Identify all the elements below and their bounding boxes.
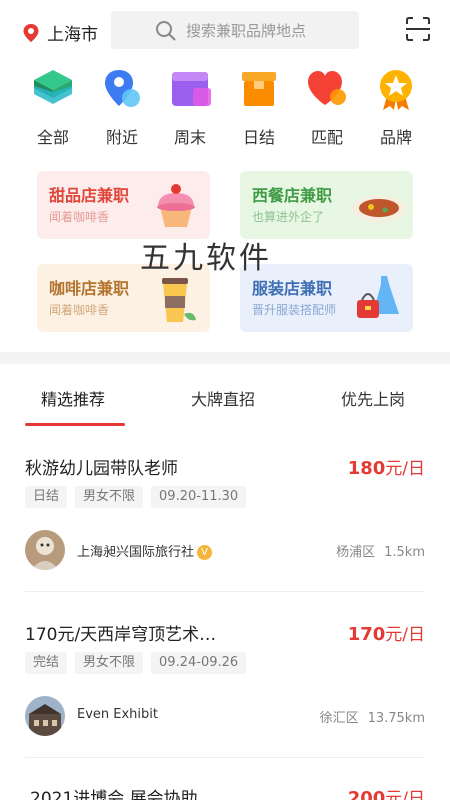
- company-row: Even Exhibit 徐汇区 13.75km: [25, 696, 425, 736]
- company-name: 上海昶兴国际旅行社 V: [77, 541, 213, 560]
- job-title: 170元/天西岸穹顶艺术…: [25, 625, 217, 645]
- layers-icon: [34, 70, 72, 104]
- card-subtitle: 闻着咖啡香: [49, 210, 110, 224]
- job-tags: 完结 男女不限 09.24-09.26: [25, 652, 247, 674]
- card-western-restaurant[interactable]: 西餐店兼职 也算进外企了: [240, 171, 413, 239]
- company-row: 上海昶兴国际旅行社 V 杨浦区 1.5km: [25, 530, 425, 570]
- pay-amount: 200: [347, 788, 386, 800]
- card-subtitle: 晋升服装搭配师: [252, 303, 337, 317]
- nearby-pin-icon: [105, 70, 140, 107]
- category-nearby[interactable]: 附近: [92, 66, 152, 148]
- job-tags: 日结 男女不限 09.20-11.30: [25, 486, 247, 508]
- search-placeholder: 搜索兼职品牌地点: [186, 21, 307, 40]
- company-location: 徐汇区 13.75km: [320, 707, 425, 726]
- dress-bag-icon: [357, 276, 399, 318]
- scan-icon[interactable]: [405, 16, 431, 42]
- search-input[interactable]: 搜索兼职品牌地点: [111, 11, 359, 49]
- active-tab-indicator: [25, 423, 125, 426]
- cupcake-icon: [157, 184, 195, 227]
- job-tag: 男女不限: [75, 652, 144, 674]
- distance: 1.5km: [384, 545, 425, 560]
- search-icon: [156, 21, 176, 41]
- steak-plate-icon: [352, 195, 406, 223]
- job-tabs: 精选推荐 大牌直招 优先上岗: [0, 372, 450, 426]
- card-title: 咖啡店兼职: [49, 279, 130, 298]
- company-name: Even Exhibit: [77, 707, 158, 722]
- pay-amount: 180: [347, 458, 386, 479]
- job-pay: 200元/日: [348, 784, 425, 800]
- category-daily-pay[interactable]: 日结: [229, 66, 289, 148]
- pay-unit: 元/日: [385, 789, 425, 800]
- location-pin-icon: [23, 23, 39, 42]
- category-weekend[interactable]: 周末: [160, 66, 220, 148]
- job-tag: 日结: [25, 486, 68, 508]
- job-tag: 09.20-11.30: [151, 486, 247, 508]
- category-label: 日结: [242, 128, 275, 147]
- category-all[interactable]: 全部: [23, 66, 83, 148]
- location-label: 上海市: [47, 25, 98, 45]
- pay-amount: 170: [347, 624, 386, 645]
- company-name-text: 上海昶兴国际旅行社: [77, 545, 195, 560]
- list-divider: [25, 591, 425, 592]
- distance: 13.75km: [367, 711, 425, 726]
- job-tag: 09.24-09.26: [151, 652, 247, 674]
- category-label: 周末: [173, 128, 206, 147]
- tab-big-brand[interactable]: 大牌直招: [191, 386, 255, 410]
- tab-priority[interactable]: 优先上岗: [341, 386, 405, 410]
- district: 杨浦区: [336, 545, 376, 560]
- job-tag: 男女不限: [75, 486, 144, 508]
- company-location: 杨浦区 1.5km: [336, 541, 425, 560]
- pay-unit: 元/日: [385, 459, 425, 479]
- star-medal-icon: [380, 70, 412, 110]
- box-icon: [242, 72, 276, 106]
- job-pay: 170元/日: [348, 620, 425, 645]
- avatar: [25, 696, 65, 736]
- verified-icon: V: [197, 545, 213, 560]
- avatar: [25, 530, 65, 570]
- calendar-icon: [172, 72, 211, 106]
- category-label: 全部: [36, 128, 69, 147]
- district: 徐汇区: [319, 711, 359, 726]
- job-tag: 完结: [25, 652, 68, 674]
- category-match[interactable]: 匹配: [297, 66, 357, 148]
- category-label: 附近: [105, 128, 138, 147]
- card-subtitle: 闻着咖啡香: [49, 303, 110, 317]
- tab-featured[interactable]: 精选推荐: [41, 386, 105, 410]
- card-title: 西餐店兼职: [252, 186, 333, 205]
- card-title: 甜品店兼职: [49, 186, 130, 205]
- top-bar: 上海市 搜索兼职品牌地点: [0, 0, 450, 60]
- pay-unit: 元/日: [385, 625, 425, 645]
- watermark-text: 五九软件: [140, 241, 272, 276]
- job-card[interactable]: 2021进博会 展会协助 200元/日: [25, 784, 425, 800]
- card-subtitle: 也算进外企了: [252, 210, 325, 224]
- heart-icon: [308, 71, 346, 105]
- list-divider: [25, 757, 425, 758]
- card-dessert-shop[interactable]: 甜品店兼职 闻着咖啡香: [37, 171, 210, 239]
- job-card[interactable]: 170元/天西岸穹顶艺术… 170元/日 完结 男女不限 09.24-09.26…: [25, 620, 425, 738]
- job-title: 2021进博会 展会协助: [30, 789, 198, 800]
- section-divider: [0, 352, 450, 364]
- card-title: 服装店兼职: [252, 279, 333, 298]
- coffee-cup-icon: [162, 278, 196, 322]
- category-label: 匹配: [310, 128, 343, 147]
- job-card[interactable]: 秋游幼儿园带队老师 180元/日 日结 男女不限 09.20-11.30 上海昶…: [25, 454, 425, 572]
- job-pay: 180元/日: [348, 454, 425, 479]
- job-title: 秋游幼儿园带队老师: [25, 459, 178, 479]
- category-grid: 全部 附近 周末 日结 匹配 品牌: [0, 66, 450, 150]
- location-selector[interactable]: 上海市: [22, 20, 98, 45]
- category-label: 品牌: [379, 128, 412, 147]
- category-brand[interactable]: 品牌: [366, 66, 426, 148]
